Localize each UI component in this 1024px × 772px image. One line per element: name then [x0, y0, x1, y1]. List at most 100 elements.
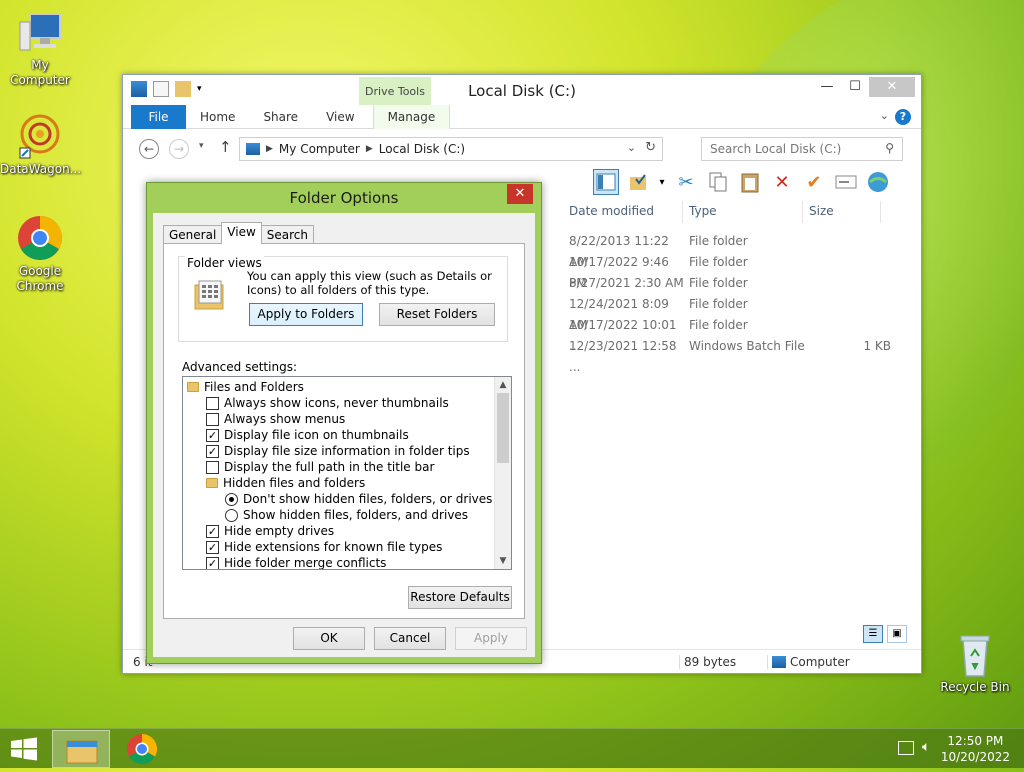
network-globe-icon[interactable]	[865, 169, 891, 195]
restore-defaults-button[interactable]: Restore Defaults	[408, 586, 512, 609]
desktop-icon-label: Google Chrome	[16, 264, 64, 293]
up-button[interactable]: ↑	[219, 138, 232, 156]
rename-icon[interactable]	[833, 169, 859, 195]
dropdown-icon[interactable]: ▾	[657, 169, 667, 195]
checkbox-checked[interactable]: ✓	[206, 524, 219, 538]
tree-label: Display the full path in the title bar	[224, 460, 435, 474]
setting-checkbox[interactable]: ✓ Display file icon on thumbnails	[206, 427, 409, 443]
setting-radio[interactable]: Show hidden files, folders, and drives	[225, 507, 468, 523]
taskbar-explorer[interactable]	[52, 730, 110, 768]
desktop-icon-recycle-bin[interactable]: Recycle Bin	[935, 630, 1015, 695]
scroll-down-icon[interactable]: ▼	[495, 553, 511, 569]
column-size[interactable]: Size	[803, 201, 881, 223]
back-button[interactable]: ←	[139, 139, 159, 159]
location-label: Computer	[790, 655, 850, 669]
expand-ribbon-icon[interactable]: ⌄	[880, 109, 889, 122]
tab-view[interactable]: View	[221, 222, 262, 244]
scroll-up-icon[interactable]: ▲	[495, 377, 511, 393]
scroll-thumb[interactable]	[497, 393, 509, 463]
refresh-icon[interactable]: ↻	[645, 140, 656, 155]
setting-checkbox[interactable]: ✓ Hide empty drives	[206, 523, 334, 539]
explorer-titlebar: ▾ Drive Tools Local Disk (C:) — ☐ ✕	[123, 75, 921, 108]
table-row[interactable]: 12/24/2021 8:09 AM File folder	[569, 294, 891, 332]
checkbox-unchecked[interactable]	[206, 460, 219, 474]
apply-to-folders-button[interactable]: Apply to Folders	[249, 303, 363, 326]
large-icons-view-icon[interactable]: ▣	[887, 625, 907, 643]
system-clock[interactable]: 12:50 PM 10/20/2022	[941, 733, 1010, 765]
delete-icon[interactable]: ✕	[769, 169, 795, 195]
tab-view[interactable]: View	[312, 105, 368, 129]
checkbox-unchecked[interactable]	[206, 396, 219, 410]
details-pane-icon[interactable]	[593, 169, 619, 195]
setting-checkbox[interactable]: Display the full path in the title bar	[206, 459, 434, 475]
address-bar[interactable]: ▶ My Computer ▶ Local Disk (C:) ⌄ ↻	[239, 137, 663, 161]
reset-folders-button[interactable]: Reset Folders	[379, 303, 495, 326]
maximize-button[interactable]: ☐	[841, 77, 869, 97]
setting-checkbox[interactable]: Always show icons, never thumbnails	[206, 395, 449, 411]
search-placeholder: Search Local Disk (C:)	[710, 142, 842, 156]
cell-date: 10/17/2022 9:46 PM	[569, 255, 669, 290]
minimize-button[interactable]: —	[813, 77, 841, 97]
dialog-body: General View Search Folder views You can…	[153, 213, 535, 657]
taskbar-chrome[interactable]	[126, 733, 160, 765]
network-tray-icon[interactable]	[898, 741, 914, 755]
taskbar: 🔈︎ 12:50 PM 10/20/2022	[0, 728, 1024, 768]
checkbox-checked[interactable]: ✓	[206, 428, 219, 442]
volume-tray-icon[interactable]: 🔈︎	[922, 739, 930, 755]
radio-selected[interactable]	[225, 492, 238, 506]
table-row[interactable]: 10/17/2022 9:46 PM File folder	[569, 252, 891, 290]
setting-checkbox[interactable]: ✓ Hide extensions for known file types	[206, 539, 442, 555]
paste-icon[interactable]	[737, 169, 763, 195]
copy-icon[interactable]	[705, 169, 731, 195]
recent-locations-icon[interactable]: ▾	[199, 141, 204, 151]
search-input[interactable]: Search Local Disk (C:) ⚲	[701, 137, 903, 161]
checkbox-checked[interactable]: ✓	[206, 556, 219, 569]
setting-checkbox[interactable]: ✓ Hide folder merge conflicts	[206, 555, 386, 569]
checkbox-checked[interactable]: ✓	[206, 444, 219, 458]
forward-button[interactable]: →	[169, 139, 189, 159]
checkmark-icon[interactable]: ✔	[801, 169, 827, 195]
tab-manage[interactable]: Manage	[372, 104, 451, 129]
desktop-icon-datawagon[interactable]: DataWagon...	[0, 112, 81, 177]
details-view-icon[interactable]: ☰	[863, 625, 883, 643]
cell-date: 12/24/2021 8:09 AM	[569, 297, 669, 332]
desktop-icon-my-computer[interactable]: My Computer	[0, 8, 80, 88]
advanced-settings-tree[interactable]: Files and Folders Always show icons, nev…	[182, 376, 512, 570]
setting-checkbox[interactable]: Always show menus	[206, 411, 345, 427]
tab-file[interactable]: File	[131, 104, 186, 129]
dialog-close-button[interactable]: ✕	[507, 184, 533, 204]
checkbox-checked[interactable]: ✓	[206, 540, 219, 554]
breadcrumb-my-computer[interactable]: My Computer	[279, 142, 360, 156]
table-row[interactable]: 8/27/2021 2:30 AM File folder	[569, 273, 891, 294]
chevron-right-icon[interactable]: ▶	[266, 144, 273, 154]
cancel-button[interactable]: Cancel	[374, 627, 446, 650]
tab-home[interactable]: Home	[186, 105, 249, 129]
breadcrumb-local-disk[interactable]: Local Disk (C:)	[379, 142, 465, 156]
folder-checklist-icon[interactable]	[625, 169, 651, 195]
desktop-icon-chrome[interactable]: Google Chrome	[0, 214, 80, 294]
table-row[interactable]: 10/17/2022 10:01 ... File folder	[569, 315, 891, 353]
tree-scrollbar[interactable]: ▲ ▼	[494, 377, 511, 569]
address-dropdown-icon[interactable]: ⌄	[627, 141, 636, 154]
clock-time: 12:50 PM	[947, 734, 1004, 748]
tab-search[interactable]: Search	[260, 225, 315, 244]
checkbox-unchecked[interactable]	[206, 412, 219, 426]
start-button[interactable]	[10, 737, 38, 761]
column-date-modified[interactable]: Date modified	[563, 201, 683, 223]
close-button[interactable]: ✕	[869, 77, 915, 97]
ribbon-tabs: File Home Share View Manage ⌄ ?	[123, 104, 921, 129]
table-row[interactable]: 12/23/2021 12:58 ... Windows Batch File 1 …	[569, 336, 891, 374]
cut-icon[interactable]: ✂	[673, 169, 699, 195]
apply-button[interactable]: Apply	[455, 627, 527, 650]
setting-radio[interactable]: Don't show hidden files, folders, or dri…	[225, 491, 492, 507]
setting-checkbox[interactable]: ✓ Display file size information in folder…	[206, 443, 470, 459]
table-row[interactable]: 8/22/2013 11:22 AM File folder	[569, 231, 891, 269]
column-type[interactable]: Type	[683, 201, 803, 223]
radio-unselected[interactable]	[225, 508, 238, 522]
help-icon[interactable]: ?	[895, 109, 911, 125]
chevron-right-icon[interactable]: ▶	[366, 144, 373, 154]
tab-share[interactable]: Share	[249, 105, 312, 129]
datawagon-icon	[16, 112, 64, 160]
tab-general[interactable]: General	[163, 225, 223, 244]
ok-button[interactable]: OK	[293, 627, 365, 650]
